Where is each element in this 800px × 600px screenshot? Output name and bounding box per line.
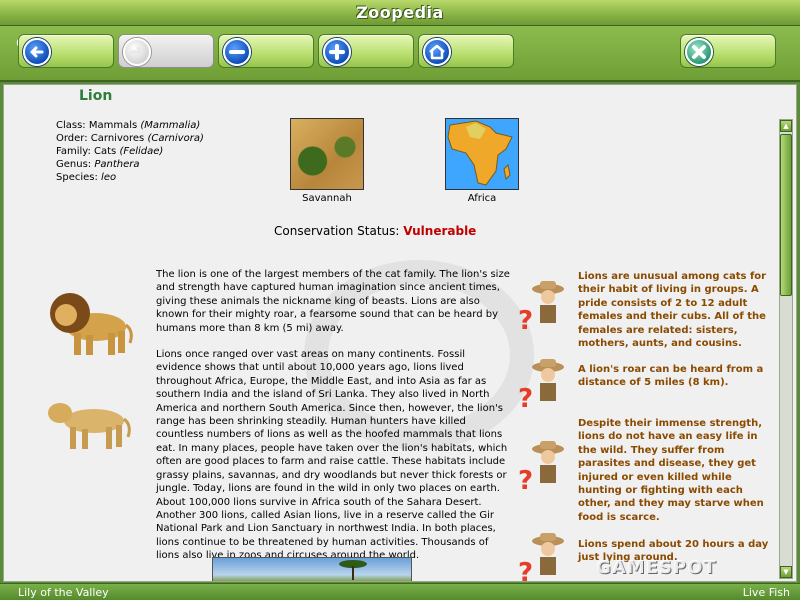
africa-map-image (445, 118, 519, 190)
next-article-link[interactable]: Live Fish (743, 586, 790, 599)
fun-fact: Lions are unusual among cats for their h… (578, 271, 767, 350)
status-badge: Vulnerable (403, 224, 477, 238)
explorer-question-icon: ? (518, 441, 564, 496)
habitat-label: Africa (467, 193, 497, 204)
zoom-in-button[interactable] (318, 34, 414, 68)
taxonomy-species: Species: leo (56, 172, 117, 183)
scroll-up-button[interactable]: ▲ (780, 120, 792, 132)
gamespot-watermark: GAMESPOT (596, 557, 717, 578)
forward-button[interactable] (118, 34, 214, 68)
explorer-question-icon: ? (518, 359, 564, 414)
article-body: The lion is one of the largest members o… (156, 268, 512, 576)
acacia-tree-graphic (339, 560, 367, 580)
article-paragraph: Lions once ranged over vast areas on man… (156, 349, 508, 562)
minus-icon (223, 38, 251, 66)
back-button[interactable] (18, 34, 114, 68)
article-page: Lion Class: Mammals (Mammalia) Order: Ca… (3, 84, 797, 582)
svg-text:?: ? (518, 466, 533, 496)
footer-nav: Lily of the Valley Live Fish (0, 583, 800, 600)
vertical-scrollbar[interactable]: ▲ ▼ (779, 119, 793, 579)
male-lion-image (50, 293, 133, 355)
close-icon (685, 38, 713, 66)
svg-text:?: ? (518, 384, 533, 414)
fun-fact: A lion's roar can be heard from a distan… (578, 364, 764, 389)
arrow-left-icon (23, 38, 51, 66)
explorer-question-icon: ? (518, 533, 564, 582)
svg-text:?: ? (518, 306, 533, 336)
fun-fact: Despite their immense strength, lions do… (578, 418, 764, 523)
toolbar: 67 (0, 26, 800, 82)
habitat-savannah[interactable]: Savannah (290, 118, 364, 204)
habitat-label: Savannah (302, 193, 352, 204)
article-paragraph: The lion is one of the largest members o… (156, 269, 510, 334)
conservation-label: Conservation Status: (274, 224, 400, 238)
plus-icon (323, 38, 351, 66)
title-bar: Zoopedia (0, 0, 800, 26)
habitat-africa[interactable]: Africa (445, 118, 519, 204)
scroll-down-button[interactable]: ▼ (780, 566, 792, 578)
taxonomy-genus: Genus: Panthera (56, 159, 140, 170)
arrow-right-icon (123, 38, 151, 66)
taxonomy-class: Class: Mammals (Mammalia) (56, 120, 201, 131)
lioness-image (48, 403, 131, 449)
scroll-thumb[interactable] (780, 134, 792, 296)
savannah-image (290, 118, 364, 190)
zoom-out-button[interactable] (218, 34, 314, 68)
taxonomy-family: Family: Cats (Felidae) (56, 146, 164, 157)
svg-text:?: ? (518, 558, 533, 582)
taxonomy-order: Order: Carnivores (Carnivora) (56, 133, 204, 144)
home-icon (423, 38, 451, 66)
page-title: Lion (79, 88, 113, 104)
app-title: Zoopedia (356, 3, 444, 22)
taxonomy-block: Class: Mammals (Mammalia) Order: Carnivo… (56, 119, 204, 184)
previous-article-link[interactable]: Lily of the Valley (18, 586, 109, 599)
explorer-question-icon: ? (518, 281, 564, 336)
map-shape (447, 120, 513, 186)
habitat-photo (212, 557, 412, 581)
home-button[interactable] (418, 34, 514, 68)
close-button[interactable] (680, 34, 776, 68)
conservation-status: Conservation Status: Vulnerable (274, 224, 476, 238)
